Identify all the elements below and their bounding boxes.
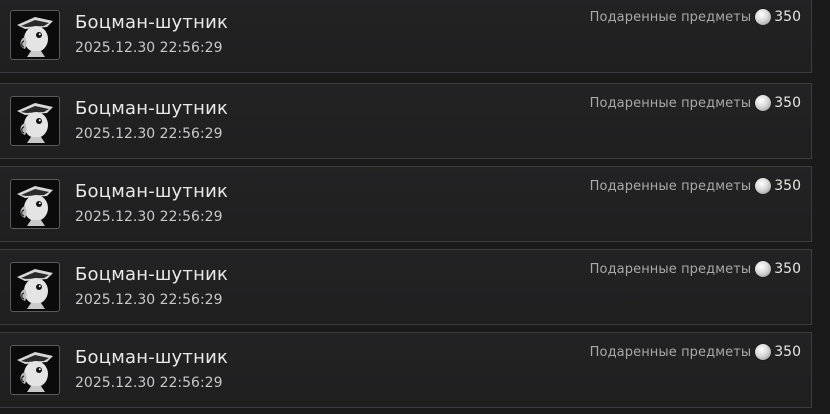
timestamp: 2025.12.30 22:56:29 [75,209,223,225]
sender-name: Боцман-шутник [75,347,229,368]
gift-amount: 350 [774,95,801,111]
silver-coin-icon [755,178,772,194]
sender-name: Боцман-шутник [75,12,229,33]
pirate-parrot-icon [10,10,60,60]
list-item[interactable]: Боцман-шутник 2025.12.30 22:56:29 Подаре… [0,83,812,159]
list-item[interactable]: Боцман-шутник 2025.12.30 22:56:29 Подаре… [0,0,812,73]
sender-name: Боцман-шутник [75,264,229,285]
gift-info: Подаренные предметы 350 [590,95,801,111]
pirate-parrot-icon [10,262,60,312]
timestamp: 2025.12.30 22:56:29 [75,40,223,56]
gift-amount: 350 [774,344,801,360]
silver-coin-icon [755,95,772,111]
silver-coin-icon [755,344,772,360]
gift-amount: 350 [774,261,801,277]
gift-label: Подаренные предметы [589,178,752,194]
list-item[interactable]: Боцман-шутник 2025.12.30 22:56:29 Подаре… [0,332,812,408]
gift-amount: 350 [774,9,801,25]
silver-coin-icon [755,261,772,277]
gift-label: Подаренные предметы [589,95,752,111]
gift-history-list: Боцман-шутник 2025.12.30 22:56:29 Подаре… [0,0,830,414]
gift-amount: 350 [774,178,801,194]
sender-name: Боцман-шутник [75,98,229,119]
list-item[interactable]: Боцман-шутник 2025.12.30 22:56:29 Подаре… [0,249,812,325]
pirate-parrot-icon [10,345,60,395]
gift-info: Подаренные предметы 350 [590,178,801,194]
gift-label: Подаренные предметы [589,344,752,360]
list-item[interactable]: Боцман-шутник 2025.12.30 22:56:29 Подаре… [0,166,812,242]
gift-info: Подаренные предметы 350 [590,261,801,277]
timestamp: 2025.12.30 22:56:29 [75,292,223,308]
gift-label: Подаренные предметы [589,9,752,25]
gift-info: Подаренные предметы 350 [590,9,801,25]
gift-label: Подаренные предметы [589,261,752,277]
sender-name: Боцман-шутник [75,181,229,202]
pirate-parrot-icon [10,179,60,229]
timestamp: 2025.12.30 22:56:29 [75,126,223,142]
silver-coin-icon [755,9,772,25]
timestamp: 2025.12.30 22:56:29 [75,375,223,391]
pirate-parrot-icon [10,96,60,146]
gift-info: Подаренные предметы 350 [590,344,801,360]
